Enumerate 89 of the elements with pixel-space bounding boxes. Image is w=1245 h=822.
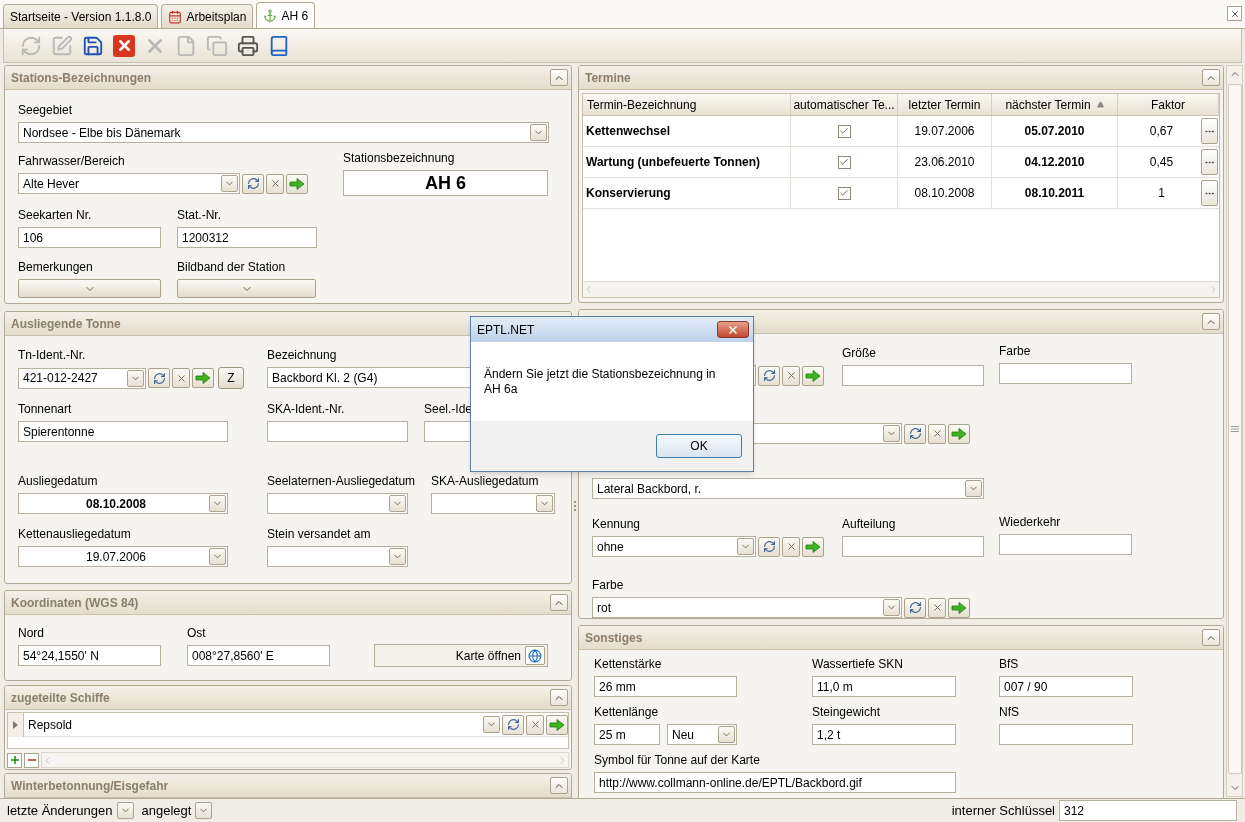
panel-title: Ausliegende Tonne	[11, 315, 121, 333]
panel-title: Winterbetonnung/Eisgefahr	[11, 777, 169, 795]
field-label: Bildband der Station	[177, 260, 286, 274]
field-label: Ost	[187, 626, 206, 640]
tab[interactable]: Startseite - Version 1.1.8.0	[3, 4, 159, 28]
panel-title: zugeteilte Schiffe	[11, 689, 110, 707]
field-label: Stationsbezeichnung	[343, 151, 455, 165]
field-label: Stein versandet am	[267, 527, 371, 541]
dialog-title: EPTL.NET	[477, 321, 535, 339]
table-cell-text: 1	[1157, 185, 1166, 202]
field-label: Kettenausliegedatum	[18, 527, 131, 541]
combo-box[interactable]: 08.10.2008	[18, 493, 228, 514]
combo-box[interactable]: ohne	[592, 536, 756, 557]
text-field[interactable]: 1200312	[177, 227, 317, 248]
field-label: Seelaternen-Ausliegedatum	[267, 474, 416, 488]
field-label: Farbe	[592, 578, 624, 592]
text-field[interactable]: 25 m	[594, 724, 660, 745]
ok-button[interactable]: OK	[656, 434, 742, 458]
column-header[interactable]: nächster Termin	[992, 94, 1118, 115]
table-cell: 08.10.2008	[898, 178, 992, 208]
combo-box[interactable]: Lateral Backbord, r.	[592, 478, 984, 499]
status-label: letzte Änderungen	[7, 801, 113, 820]
column-header[interactable]: Faktor	[1118, 94, 1219, 115]
field-label: Symbol für Tonne auf der Karte	[594, 753, 760, 767]
field-label: Tonnenart	[18, 402, 72, 416]
field-label: Kennung	[592, 517, 641, 531]
combo-box[interactable]: Nordsee - Elbe bis Dänemark	[18, 122, 549, 143]
field-label: Farbe	[999, 344, 1031, 358]
combo-box[interactable]: Neu	[667, 724, 737, 745]
text-field[interactable]: 312	[1059, 800, 1237, 821]
field-label: Seegebiet	[18, 103, 73, 117]
table-cell: 23.06.2010	[898, 147, 992, 177]
text-field[interactable]: Spierentonne	[18, 421, 228, 442]
field-label: SKA-Ausliegedatum	[431, 474, 539, 488]
table-cell-text: 0,45	[1148, 154, 1175, 171]
column-header[interactable]: automatischer Te...	[791, 94, 898, 115]
z-button[interactable]: Z	[218, 367, 244, 389]
field-label: Fahrwasser/Bereich	[18, 154, 125, 168]
panel-title: Sonstiges	[585, 629, 643, 647]
text-field[interactable]: 1,2 t	[812, 724, 956, 745]
field-label: Wassertiefe SKN	[812, 657, 903, 671]
status-label: interner Schlüssel	[951, 801, 1055, 820]
table-cell-text: 0,67	[1148, 123, 1175, 140]
panel-title: Termine	[585, 69, 631, 87]
field-label: BfS	[999, 657, 1019, 671]
combo-box[interactable]: 19.07.2006	[18, 546, 228, 567]
field-label: Kettenstärke	[594, 657, 662, 671]
column-header[interactable]: letzter Termin	[898, 94, 992, 115]
field-label: Nord	[18, 626, 44, 640]
table-cell: 08.10.2011	[992, 178, 1118, 208]
station-name-field[interactable]: AH 6	[343, 170, 548, 196]
text-field[interactable]: 26 mm	[594, 676, 737, 697]
combo-box[interactable]: rot	[592, 597, 902, 618]
ship-name: Repsold	[27, 716, 74, 734]
field-label: Steingewicht	[812, 705, 881, 719]
combo-box[interactable]: 421-012-2427	[18, 367, 146, 389]
tab[interactable]: Arbeitsplan	[161, 4, 254, 28]
field-label: Stat.-Nr.	[177, 208, 221, 222]
field-label: Wiederkehr	[999, 515, 1061, 529]
field-label: SKA-Ident.-Nr.	[267, 402, 345, 416]
table-cell: Wartung (unbefeuerte Tonnen)	[583, 147, 791, 177]
table-cell: 05.07.2010	[992, 116, 1118, 146]
open-map-button[interactable]: Karte öffnen	[374, 644, 548, 667]
table-cell: 19.07.2006	[898, 116, 992, 146]
field-label: Tn-Ident.-Nr.	[18, 348, 86, 362]
text-field[interactable]: http://www.collmann-online.de/EPTL/Backbord.gif	[594, 772, 956, 793]
field-label: Bezeichnung	[267, 348, 337, 362]
field-label: NfS	[999, 705, 1019, 719]
text-field[interactable]: 008°27,8560' E	[187, 645, 330, 666]
text-field[interactable]: 106	[18, 227, 161, 248]
text-field[interactable]: 54°24,1550' N	[18, 645, 161, 666]
combo-box[interactable]: Alte Hever	[18, 173, 240, 194]
table-cell: 04.12.2010	[992, 147, 1118, 177]
text-field[interactable]: 11,0 m	[812, 676, 956, 697]
field-label: Kettenlänge	[594, 705, 659, 719]
panel-title: Stations-Bezeichnungen	[11, 69, 151, 87]
field-label: Aufteilung	[842, 517, 896, 531]
tab[interactable]: AH 6	[256, 2, 316, 28]
field-label: Seekarten Nr.	[18, 208, 92, 222]
field-label: Ausliegedatum	[18, 474, 98, 488]
status-label: angelegt	[141, 801, 192, 820]
panel-title: Koordinaten (WGS 84)	[11, 594, 139, 612]
text-field[interactable]: 007 / 90	[999, 676, 1133, 697]
table-cell: Kettenwechsel	[583, 116, 791, 146]
field-label: Seel.-Ide	[424, 402, 473, 416]
field-label: Bemerkungen	[18, 260, 93, 274]
field-label: Größe	[842, 346, 876, 360]
column-header[interactable]: Termin-Bezeichnung	[583, 94, 791, 115]
table-cell: Konservierung	[583, 178, 791, 208]
